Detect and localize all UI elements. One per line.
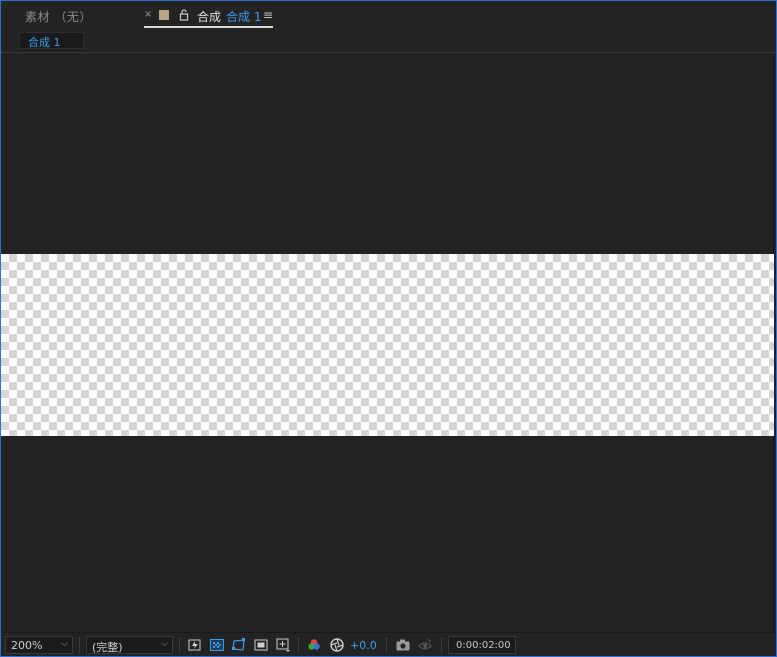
current-time-display[interactable]: 0:00:02:00 [448,636,516,654]
tab-footage[interactable]: 素材 （无） [25,8,92,25]
magnification-dropdown[interactable]: 200% ⌵ [5,636,73,654]
grid-guides-icon[interactable] [275,637,291,653]
label-color-swatch[interactable] [159,10,169,20]
magnification-value: 200% [11,639,43,652]
panel-menu-icon[interactable]: ≡ [263,8,273,22]
region-of-interest-icon[interactable] [253,637,269,653]
toolbar-divider [79,637,80,653]
lock-icon[interactable] [179,9,189,21]
color-channel-icon[interactable] [306,637,322,653]
fast-preview-icon[interactable] [187,637,203,653]
breadcrumb-comp-1[interactable]: 合成 1 [19,32,84,49]
composition-panel: 素材 （无） × 合成 合成 1 ≡ 合成 1 200% ⌵ (完整) ⌵ +0… [0,0,777,657]
camera-snapshot-icon[interactable] [395,637,411,653]
toolbar-divider [386,637,387,653]
transparency-grid-icon[interactable] [209,637,225,653]
exposure-value[interactable]: +0.0 [350,639,377,652]
mask-path-visibility-icon[interactable] [231,637,247,653]
resolution-dropdown[interactable]: (完整) ⌵ [86,636,173,654]
show-snapshot-icon[interactable] [417,637,433,653]
reset-exposure-icon[interactable] [329,637,345,653]
tab-title-comp-name: 合成 1 [226,10,262,24]
viewer-toolbar: 200% ⌵ (完整) ⌵ +0.0 0:00:02:00 [1,632,776,656]
composition-navigator-row: 合成 1 [1,28,776,53]
tab-title[interactable]: 合成 合成 1 [197,8,261,25]
chevron-down-icon: ⌵ [161,639,168,649]
toolbar-divider [179,637,180,653]
chevron-down-icon: ⌵ [61,639,68,649]
panel-tab-bar: 素材 （无） × 合成 合成 1 ≡ [1,1,776,28]
close-icon[interactable]: × [144,9,152,20]
transparency-grid-canvas[interactable] [1,254,774,436]
toolbar-divider [441,637,442,653]
toolbar-divider [298,637,299,653]
tab-title-prefix: 合成 [197,10,222,24]
resolution-value: (完整) [92,641,123,654]
tab-composition[interactable]: × 合成 合成 1 ≡ [144,6,273,28]
composition-viewer[interactable] [1,54,774,632]
